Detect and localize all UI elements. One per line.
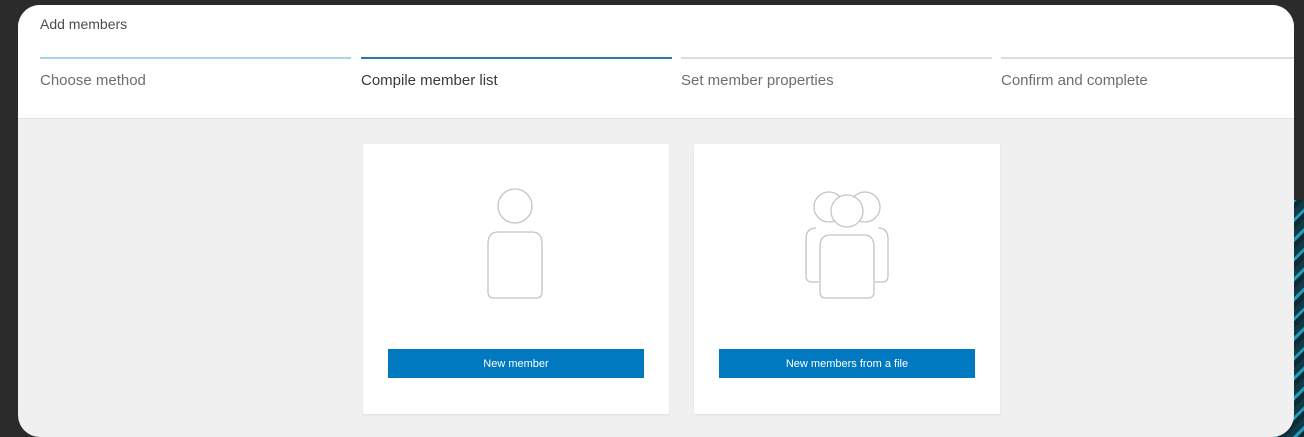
step-progress-bar bbox=[361, 57, 672, 59]
multiple-users-icon bbox=[694, 180, 1000, 310]
step-compile-member-list[interactable]: Compile member list bbox=[361, 57, 672, 89]
dialog-header: Add members Choose method Compile member… bbox=[18, 5, 1294, 119]
new-member-button[interactable]: New member bbox=[388, 349, 644, 378]
step-progress-bar bbox=[40, 57, 351, 59]
new-member-card[interactable]: New member bbox=[363, 144, 669, 414]
step-label: Choose method bbox=[40, 72, 146, 89]
step-label: Confirm and complete bbox=[1001, 72, 1148, 89]
step-progress-bar bbox=[681, 57, 992, 59]
dialog-title: Add members bbox=[40, 16, 128, 32]
single-user-icon bbox=[363, 180, 669, 310]
new-members-from-file-card[interactable]: New members from a file bbox=[694, 144, 1000, 414]
step-label: Compile member list bbox=[361, 72, 498, 89]
step-choose-method[interactable]: Choose method bbox=[40, 57, 351, 89]
step-confirm-and-complete[interactable]: Confirm and complete bbox=[1001, 57, 1294, 89]
step-set-member-properties[interactable]: Set member properties bbox=[681, 57, 992, 89]
add-members-dialog: Add members Choose method Compile member… bbox=[18, 5, 1294, 437]
step-progress-bar bbox=[1001, 57, 1294, 59]
new-members-from-file-button[interactable]: New members from a file bbox=[719, 349, 975, 378]
step-label: Set member properties bbox=[681, 72, 834, 89]
